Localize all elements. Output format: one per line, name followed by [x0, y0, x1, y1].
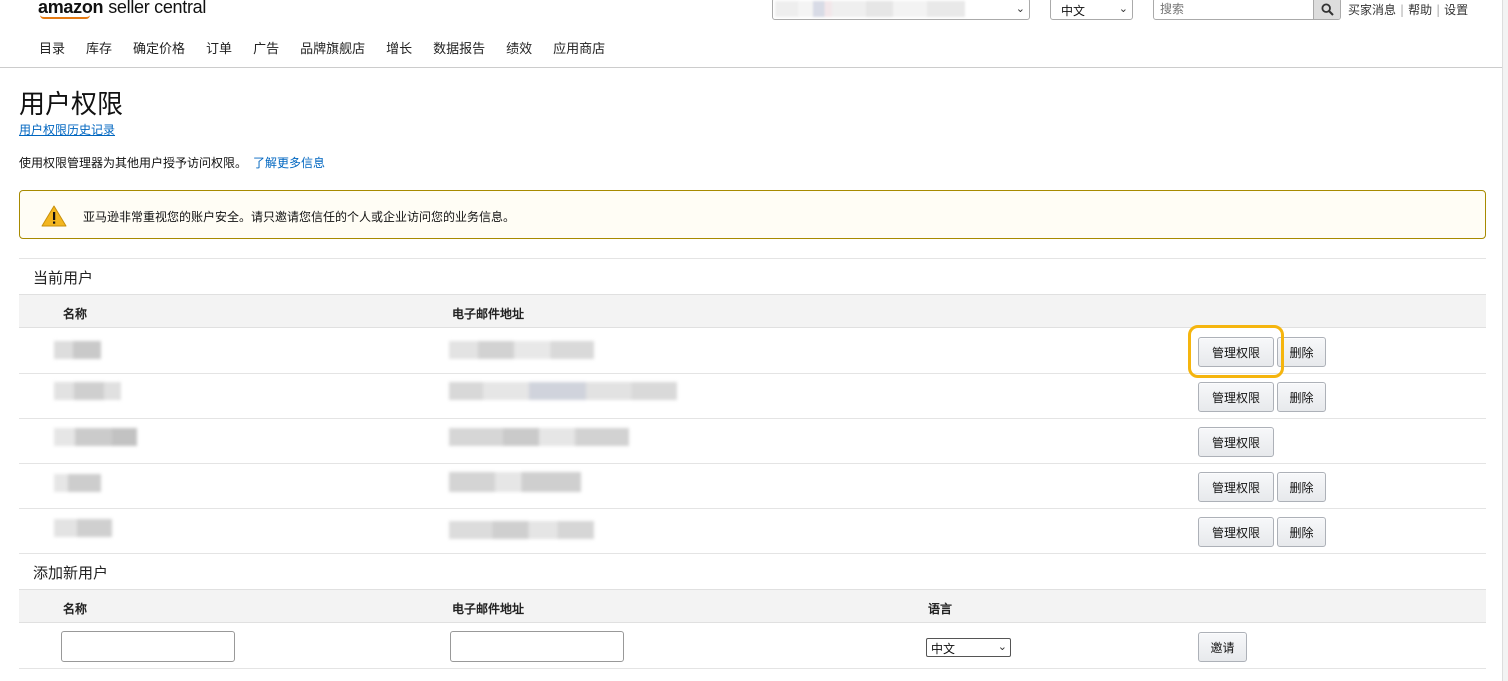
invite-button[interactable]: 邀请 [1198, 632, 1247, 662]
security-alert: 亚马逊非常重视您的账户安全。请只邀请您信任的个人或企业访问您的业务信息。 [19, 190, 1486, 239]
main-nav: 目录 库存 确定价格 订单 广告 品牌旗舰店 增长 数据报告 绩效 应用商店 [39, 38, 626, 57]
divider: | [1436, 3, 1441, 17]
current-users-title: 当前用户 [33, 269, 94, 287]
settings-link[interactable]: 设置 [1444, 3, 1468, 17]
vertical-scrollbar[interactable] [1502, 0, 1508, 681]
nav-item-inventory[interactable]: 库存 [86, 38, 112, 57]
nav-item-performance[interactable]: 绩效 [506, 38, 532, 57]
new-user-email-input[interactable] [450, 631, 624, 662]
nav-item-appstore[interactable]: 应用商店 [553, 38, 605, 57]
manage-permissions-button[interactable]: 管理权限 [1198, 472, 1274, 502]
redacted-user-name [54, 519, 112, 537]
redacted-user-email [449, 341, 594, 359]
delete-user-button[interactable]: 删除 [1277, 472, 1326, 502]
buyer-messages-link[interactable]: 买家消息 [1348, 3, 1396, 17]
divider: | [1400, 3, 1405, 17]
redacted-account-name [775, 1, 965, 17]
column-header-name: 名称 [63, 602, 88, 616]
redacted-user-email [449, 521, 594, 539]
section-divider [19, 258, 1486, 259]
nav-item-orders[interactable]: 订单 [206, 38, 232, 57]
warning-icon [41, 205, 67, 227]
search-box [1153, 0, 1341, 20]
nav-item-stores[interactable]: 品牌旗舰店 [300, 38, 365, 57]
manage-permissions-button[interactable]: 管理权限 [1198, 337, 1274, 367]
add-user-title: 添加新用户 [33, 564, 109, 582]
amazon-seller-central-logo[interactable]: amazon seller central [38, 0, 206, 19]
top-links: 买家消息 | 帮助 | 设置 [1348, 1, 1468, 18]
intro-text: 使用权限管理器为其他用户授予访问权限。 了解更多信息 [19, 154, 325, 171]
logo-smile-icon [40, 15, 90, 19]
column-header-email: 电子邮件地址 [452, 307, 525, 321]
redacted-user-name [54, 474, 101, 492]
add-user-row [19, 624, 1486, 669]
chevron-down-icon: ⌄ [997, 640, 1007, 653]
manage-permissions-button[interactable]: 管理权限 [1198, 427, 1274, 457]
intro-description: 使用权限管理器为其他用户授予访问权限。 [19, 156, 248, 170]
column-header-language: 语言 [928, 602, 953, 616]
manage-permissions-button[interactable]: 管理权限 [1198, 382, 1274, 412]
nav-item-reports[interactable]: 数据报告 [433, 38, 485, 57]
nav-item-advertising[interactable]: 广告 [253, 38, 279, 57]
language-select-value: 中文 [1061, 4, 1086, 18]
redacted-user-email [449, 472, 581, 492]
permission-history-link[interactable]: 用户权限历史记录 [19, 121, 115, 138]
account-marketplace-select[interactable]: ⌄ [772, 0, 1030, 20]
nav-item-pricing[interactable]: 确定价格 [133, 38, 185, 57]
manage-permissions-button[interactable]: 管理权限 [1198, 517, 1274, 547]
new-user-language-select[interactable]: 中文 ⌄ [926, 638, 1011, 657]
redacted-user-email [449, 428, 629, 446]
language-select[interactable]: 中文 ⌄ [1050, 0, 1133, 20]
alert-message: 亚马逊非常重视您的账户安全。请只邀请您信任的个人或企业访问您的业务信息。 [83, 210, 516, 224]
search-icon [1320, 2, 1334, 16]
column-header-name: 名称 [63, 307, 88, 321]
search-input[interactable] [1154, 0, 1312, 19]
current-users-table-header: 名称 电子邮件地址 [19, 294, 1486, 328]
column-header-email: 电子邮件地址 [452, 602, 525, 616]
chevron-down-icon: ⌄ [1015, 2, 1025, 15]
chevron-down-icon: ⌄ [1118, 2, 1128, 15]
delete-user-button[interactable]: 删除 [1277, 382, 1326, 412]
redacted-user-email [449, 382, 677, 400]
redacted-user-name [54, 341, 101, 359]
new-user-name-input[interactable] [61, 631, 235, 662]
language-select-value: 中文 [931, 642, 956, 656]
delete-user-button[interactable]: 删除 [1277, 517, 1326, 547]
top-header: amazon seller central ⌄ 中文 ⌄ 买家消息|帮助|设置 … [0, 0, 1508, 68]
add-user-table-header: 名称 电子邮件地址 语言 [19, 589, 1486, 623]
delete-user-button[interactable]: 删除 [1277, 337, 1326, 367]
help-link[interactable]: 帮助 [1408, 3, 1432, 17]
redacted-user-name [54, 428, 137, 446]
redacted-user-name [54, 382, 121, 400]
search-button[interactable] [1313, 0, 1340, 19]
nav-item-catalog[interactable]: 目录 [39, 38, 65, 57]
nav-item-growth[interactable]: 增长 [386, 38, 412, 57]
page-title: 用户权限 [19, 90, 124, 120]
learn-more-link[interactable]: 了解更多信息 [253, 156, 325, 170]
